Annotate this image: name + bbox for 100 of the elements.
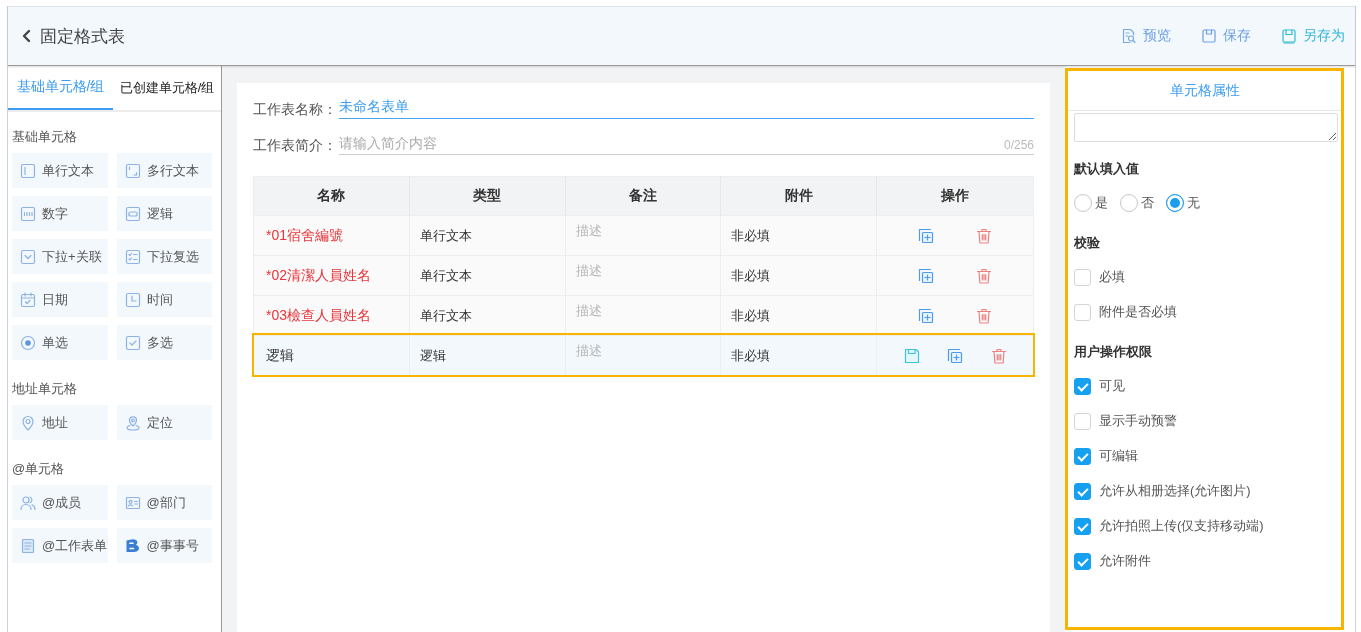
checkbox-icon bbox=[124, 334, 141, 351]
text-area-icon bbox=[124, 162, 141, 179]
column-header: 类型 bbox=[409, 177, 566, 215]
note-field[interactable]: 描述 bbox=[575, 340, 713, 360]
group-title: 基础单元格 bbox=[12, 128, 78, 146]
cell-type-item[interactable]: 多行文本 bbox=[116, 153, 212, 188]
option-label: 显示手动预警 bbox=[1099, 412, 1177, 430]
delete-button[interactable] bbox=[989, 346, 1008, 365]
duplicate-icon bbox=[917, 306, 936, 325]
checkbox[interactable] bbox=[1074, 447, 1091, 465]
cell-type-item[interactable]: 地址 bbox=[12, 405, 108, 440]
save-icon bbox=[902, 346, 921, 365]
save-icon bbox=[1201, 28, 1217, 44]
cell-type-item[interactable]: @部门 bbox=[116, 485, 212, 520]
option-label: 允许拍照上传(仅支持移动端) bbox=[1099, 517, 1264, 535]
column-header: 名称 bbox=[254, 177, 410, 215]
checkbox[interactable] bbox=[1074, 377, 1091, 395]
column-header: 备注 bbox=[565, 177, 722, 215]
option-label: 附件是否必填 bbox=[1099, 303, 1177, 321]
group-title: 地址单元格 bbox=[12, 380, 78, 398]
radio-button[interactable] bbox=[1074, 194, 1092, 212]
group-title: @单元格 bbox=[12, 460, 66, 478]
text-area[interactable] bbox=[1074, 113, 1338, 142]
map-pin-icon bbox=[20, 414, 36, 431]
sidebar-tab[interactable]: 已创建单元格/组 bbox=[113, 66, 221, 110]
time-field-icon bbox=[124, 291, 141, 308]
checklist-icon bbox=[124, 248, 141, 265]
preview-icon bbox=[1121, 28, 1137, 44]
field-label: 工作表名称： bbox=[253, 100, 338, 119]
duplicate-button[interactable] bbox=[917, 306, 936, 325]
note-field[interactable]: 描述 bbox=[575, 260, 713, 280]
table-row[interactable]: *02清潔人員姓名 单行文本 描述 非必填 bbox=[254, 255, 1033, 295]
option-label: 是 bbox=[1095, 194, 1108, 212]
cell-type-item[interactable]: 多选 bbox=[116, 325, 212, 360]
document-icon bbox=[20, 537, 36, 554]
note-field[interactable]: 描述 bbox=[575, 220, 713, 240]
checkbox[interactable] bbox=[1074, 482, 1091, 500]
people-icon bbox=[20, 494, 36, 511]
chevron-left-icon bbox=[21, 29, 31, 43]
column-header: 附件 bbox=[721, 177, 878, 215]
option-label: 否 bbox=[1141, 194, 1154, 212]
back-button[interactable] bbox=[21, 29, 31, 43]
cell-type-item[interactable]: 单选 bbox=[12, 325, 108, 360]
save-button[interactable] bbox=[902, 346, 921, 365]
id-card-icon bbox=[124, 494, 141, 511]
cell-type-item[interactable]: 时间 bbox=[116, 282, 212, 317]
duplicate-button[interactable] bbox=[946, 346, 965, 365]
table-row[interactable]: *01宿舍編號 单行文本 描述 非必填 bbox=[254, 215, 1033, 255]
cell-type-item[interactable]: @工作表单 bbox=[12, 528, 108, 563]
column-header: 操作 bbox=[877, 177, 1033, 215]
cell-type-item[interactable]: 下拉+关联 bbox=[12, 239, 108, 274]
radio-icon bbox=[20, 334, 36, 351]
cell-type-item[interactable]: 定位 bbox=[116, 405, 212, 440]
duplicate-button[interactable] bbox=[917, 226, 936, 245]
page-title: 固定格式表 bbox=[40, 25, 125, 48]
radio-button[interactable] bbox=[1166, 194, 1184, 212]
checkbox[interactable] bbox=[1074, 552, 1091, 570]
checkbox[interactable] bbox=[1074, 412, 1091, 430]
cell-type-item[interactable]: 数字 bbox=[12, 196, 108, 231]
toggle-field-icon bbox=[124, 205, 141, 222]
logo-icon bbox=[124, 537, 141, 554]
calendar-icon bbox=[20, 291, 36, 308]
option-label: 可见 bbox=[1099, 377, 1125, 395]
section-title: 用户操作权限 bbox=[1074, 343, 1153, 361]
table-row[interactable]: 逻辑 逻辑 描述 非必填 bbox=[254, 335, 1033, 375]
checkbox[interactable] bbox=[1074, 517, 1091, 535]
trash-icon bbox=[975, 266, 994, 285]
radio-button[interactable] bbox=[1120, 194, 1138, 212]
cell-type-item[interactable]: @成员 bbox=[12, 485, 108, 520]
character-counter: 0/256 bbox=[1003, 137, 1034, 154]
duplicate-icon bbox=[917, 226, 936, 245]
cell-type-item[interactable]: @事事号 bbox=[116, 528, 212, 563]
delete-button[interactable] bbox=[975, 226, 994, 245]
trash-icon bbox=[975, 226, 994, 245]
cell-type-item[interactable]: 下拉复选 bbox=[116, 239, 212, 274]
table-cell: 逻辑 bbox=[409, 336, 566, 375]
field-label: 工作表简介： bbox=[253, 136, 338, 155]
option-label: 允许附件 bbox=[1099, 552, 1151, 570]
location-pin-icon bbox=[124, 414, 141, 431]
duplicate-button[interactable] bbox=[917, 266, 936, 285]
cell-type-item[interactable]: 单行文本 bbox=[12, 153, 108, 188]
option-label: 无 bbox=[1187, 194, 1200, 212]
checkbox[interactable] bbox=[1074, 268, 1091, 286]
note-field[interactable]: 描述 bbox=[575, 300, 713, 320]
option-label: 必填 bbox=[1099, 268, 1125, 286]
option-label: 允许从相册选择(允许图片) bbox=[1099, 482, 1251, 500]
table-cell: 非必填 bbox=[721, 336, 878, 375]
table-row[interactable]: *03檢查人員姓名 单行文本 描述 非必填 bbox=[254, 295, 1033, 335]
trash-icon bbox=[975, 306, 994, 325]
delete-button[interactable] bbox=[975, 306, 994, 325]
cell-type-item[interactable]: 逻辑 bbox=[116, 196, 212, 231]
trash-icon bbox=[989, 346, 1008, 365]
section-title: 默认填入值 bbox=[1074, 160, 1140, 178]
delete-button[interactable] bbox=[975, 266, 994, 285]
cell-type-item[interactable]: 日期 bbox=[12, 282, 108, 317]
checkbox[interactable] bbox=[1074, 303, 1091, 321]
intro-field[interactable]: 请输入简介内容 bbox=[339, 131, 1004, 154]
duplicate-icon bbox=[917, 266, 936, 285]
number-field-icon bbox=[20, 205, 36, 222]
text-field-icon bbox=[20, 162, 36, 179]
